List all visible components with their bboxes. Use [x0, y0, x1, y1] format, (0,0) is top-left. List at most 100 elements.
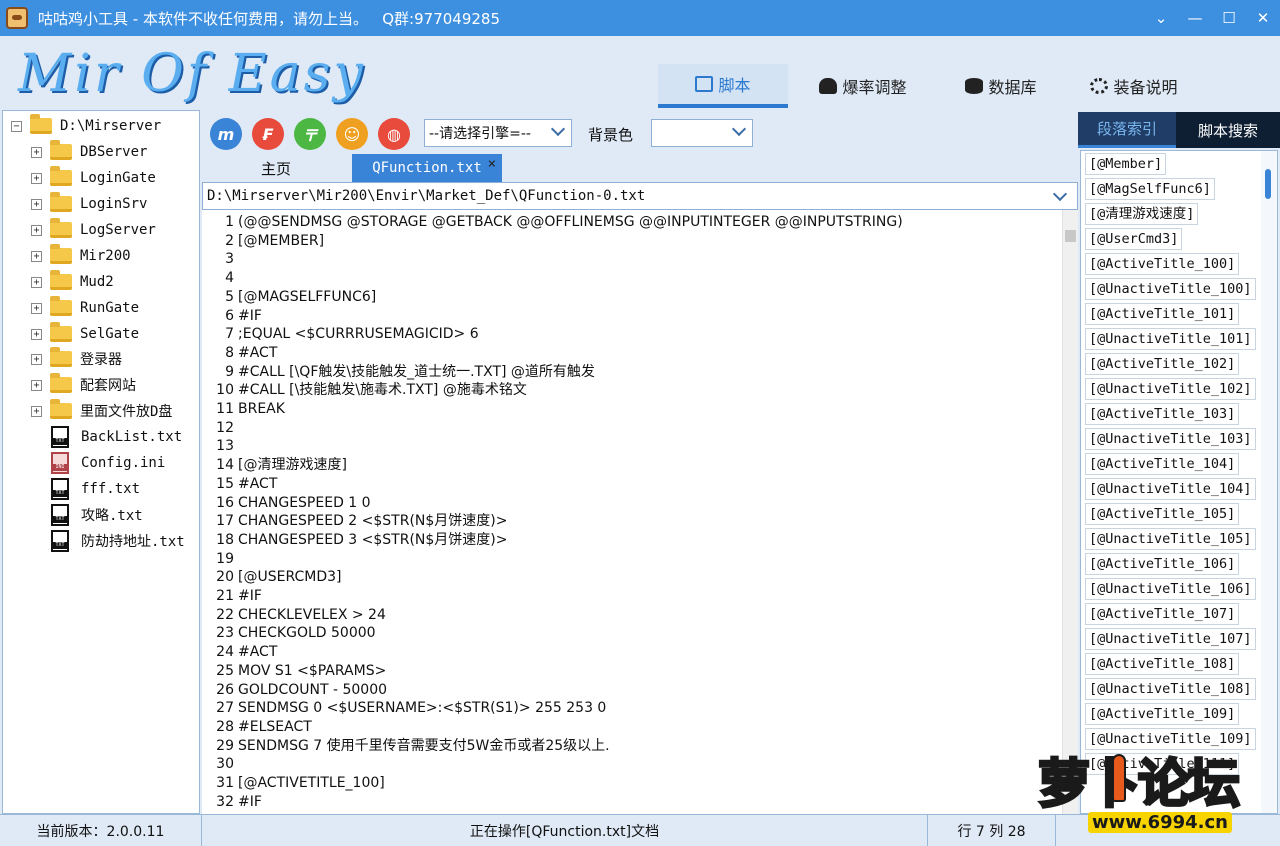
f-tool-button[interactable]: ₣ [252, 118, 284, 150]
tree-root[interactable]: − D:\Mirserver [11, 114, 161, 138]
face-tool-button[interactable]: ☺ [336, 118, 368, 150]
expand-icon[interactable]: + [31, 302, 42, 314]
o-tool-button[interactable]: ◍ [378, 118, 410, 150]
index-item[interactable]: [@ActiveTitle_109] [1085, 703, 1240, 725]
tree-folder[interactable]: + LoginGate [31, 166, 156, 190]
code-line[interactable]: 1 (@@SENDMSG @STORAGE @GETBACK @@OFFLINEM… [202, 213, 1062, 232]
tab-qfunction[interactable]: QFunction.txt × [352, 154, 502, 182]
tree-folder[interactable]: + 里面文件放D盘 [31, 399, 172, 423]
index-item[interactable]: [@UnactiveTitle_102] [1085, 378, 1256, 400]
minimize-button[interactable]: — [1178, 0, 1212, 36]
code-line[interactable]: 29 SENDMSG 7 使用千里传音需要支付5W金币或者25级以上. [202, 737, 1062, 756]
code-line[interactable]: 6 #IF [202, 307, 1062, 326]
index-item[interactable]: [@ActiveTitle_105] [1085, 503, 1240, 525]
tab-script-search[interactable]: 脚本搜索 [1176, 112, 1280, 148]
tree-folder[interactable]: + Mir200 [31, 244, 131, 268]
code-line[interactable]: 20 [@USERCMD3] [202, 568, 1062, 587]
index-item[interactable]: [@ActiveTitle_103] [1085, 403, 1240, 425]
code-line[interactable]: 22 CHECKLEVELEX > 24 [202, 606, 1062, 625]
code-line[interactable]: 19 [202, 550, 1062, 569]
code-editor[interactable]: 1 (@@SENDMSG @STORAGE @GETBACK @@OFFLINEM… [202, 210, 1078, 814]
tab-database[interactable]: 数据库 [938, 64, 1064, 108]
code-line[interactable]: 32 #IF [202, 793, 1062, 812]
code-line[interactable]: 15 #ACT [202, 475, 1062, 494]
code-line[interactable]: 23 CHECKGOLD 50000 [202, 624, 1062, 643]
code-line[interactable]: 18 CHANGESPEED 3 <$STR(N$月饼速度)> [202, 531, 1062, 550]
m-tool-button[interactable]: m [210, 118, 242, 150]
chevron-down-icon[interactable]: ⌄ [1144, 0, 1178, 36]
index-item[interactable]: [@UnactiveTitle_101] [1085, 328, 1256, 350]
tree-folder[interactable]: + LoginSrv [31, 192, 147, 216]
index-item[interactable]: [@UnactiveTitle_107] [1085, 628, 1256, 650]
expand-icon[interactable]: + [31, 250, 42, 262]
engine-select[interactable]: --请选择引擎=-- [424, 119, 572, 147]
code-line[interactable]: 16 CHANGESPEED 1 0 [202, 494, 1062, 513]
code-line[interactable]: 11 BREAK [202, 400, 1062, 419]
index-item[interactable]: [@ActiveTitle_102] [1085, 353, 1240, 375]
scrollbar-thumb[interactable] [1065, 230, 1076, 242]
tree-folder[interactable]: + DBServer [31, 140, 147, 164]
tree-folder[interactable]: + Mud2 [31, 270, 114, 294]
tab-script[interactable]: 脚本 [658, 64, 788, 108]
expand-icon[interactable]: + [31, 198, 42, 210]
index-item[interactable]: [@清理游戏速度] [1085, 203, 1199, 225]
tree-folder[interactable]: + LogServer [31, 218, 156, 242]
code-line[interactable]: 8 #ACT [202, 344, 1062, 363]
background-color-select[interactable] [651, 119, 753, 147]
index-item[interactable]: [@UnactiveTitle_100] [1085, 278, 1256, 300]
tree-file[interactable]: BackList.txt [47, 425, 182, 449]
tree-folder[interactable]: + RunGate [31, 296, 139, 320]
index-item[interactable]: [@UnactiveTitle_108] [1085, 678, 1256, 700]
code-line[interactable]: 13 [202, 437, 1062, 456]
close-icon[interactable]: × [488, 156, 496, 172]
code-line[interactable]: 7 ;EQUAL <$CURRRUSEMAGICID> 6 [202, 325, 1062, 344]
code-line[interactable]: 14 [@清理游戏速度] [202, 456, 1062, 475]
close-button[interactable]: ✕ [1246, 0, 1280, 36]
editor-scrollbar[interactable] [1062, 210, 1078, 814]
index-item[interactable]: [@ActiveTitle_100] [1085, 253, 1240, 275]
code-line[interactable]: 30 [202, 755, 1062, 774]
code-line[interactable]: 3 [202, 250, 1062, 269]
tree-folder[interactable]: + SelGate [31, 322, 139, 346]
code-line[interactable]: 25 MOV S1 <$PARAMS> [202, 662, 1062, 681]
expand-icon[interactable]: + [31, 224, 42, 236]
file-path-select[interactable]: D:\Mirserver\Mir200\Envir\Market_Def\QFu… [202, 182, 1078, 210]
expand-icon[interactable]: + [31, 328, 42, 340]
t-tool-button[interactable]: 〒 [294, 118, 326, 150]
index-item[interactable]: [@ActiveTitle_104] [1085, 453, 1240, 475]
expand-icon[interactable]: + [31, 405, 42, 417]
code-line[interactable]: 24 #ACT [202, 643, 1062, 662]
scrollbar-thumb[interactable] [1265, 169, 1271, 199]
tab-drop-rate[interactable]: 爆率调整 [788, 64, 938, 108]
code-line[interactable]: 28 #ELSEACT [202, 718, 1062, 737]
tab-paragraph-index[interactable]: 段落索引 [1078, 112, 1176, 148]
index-item[interactable]: [@UnactiveTitle_103] [1085, 428, 1256, 450]
tab-equipment[interactable]: 装备说明 [1064, 64, 1204, 108]
expand-icon[interactable]: + [31, 276, 42, 288]
expand-icon[interactable]: + [31, 172, 42, 184]
code-line[interactable]: 17 CHANGESPEED 2 <$STR(N$月饼速度)> [202, 512, 1062, 531]
code-line[interactable]: 4 [202, 269, 1062, 288]
index-scrollbar[interactable] [1261, 151, 1277, 813]
code-line[interactable]: 5 [@MAGSELFFUNC6] [202, 288, 1062, 307]
index-item[interactable]: [@UnactiveTitle_105] [1085, 528, 1256, 550]
index-item[interactable]: [@ActiveTitle_108] [1085, 653, 1240, 675]
index-item[interactable]: [@ActiveTitle_106] [1085, 553, 1240, 575]
tab-home[interactable]: 主页 [202, 154, 350, 182]
code-line[interactable]: 31 [@ACTIVETITLE_100] [202, 774, 1062, 793]
code-line[interactable]: 2 [@MEMBER] [202, 232, 1062, 251]
tree-file[interactable]: 防劫持地址.txt [47, 529, 185, 553]
code-line[interactable]: 9 #CALL [\QF触发\技能触发_道士统一.TXT] @道所有触发 [202, 363, 1062, 382]
tree-folder[interactable]: + 登录器 [31, 347, 122, 371]
collapse-icon[interactable]: − [11, 120, 22, 132]
index-item[interactable]: [@ActiveTitle_101] [1085, 303, 1240, 325]
tree-file[interactable]: 攻略.txt [47, 503, 143, 527]
index-item[interactable]: [@UnactiveTitle_104] [1085, 478, 1256, 500]
index-item[interactable]: [@UnactiveTitle_106] [1085, 578, 1256, 600]
code-line[interactable]: 21 #IF [202, 587, 1062, 606]
index-item[interactable]: [@MagSelfFunc6] [1085, 178, 1215, 200]
expand-icon[interactable]: + [31, 353, 42, 365]
code-line[interactable]: 12 [202, 419, 1062, 438]
tree-file[interactable]: Config.ini [47, 451, 165, 475]
expand-icon[interactable]: + [31, 146, 42, 158]
